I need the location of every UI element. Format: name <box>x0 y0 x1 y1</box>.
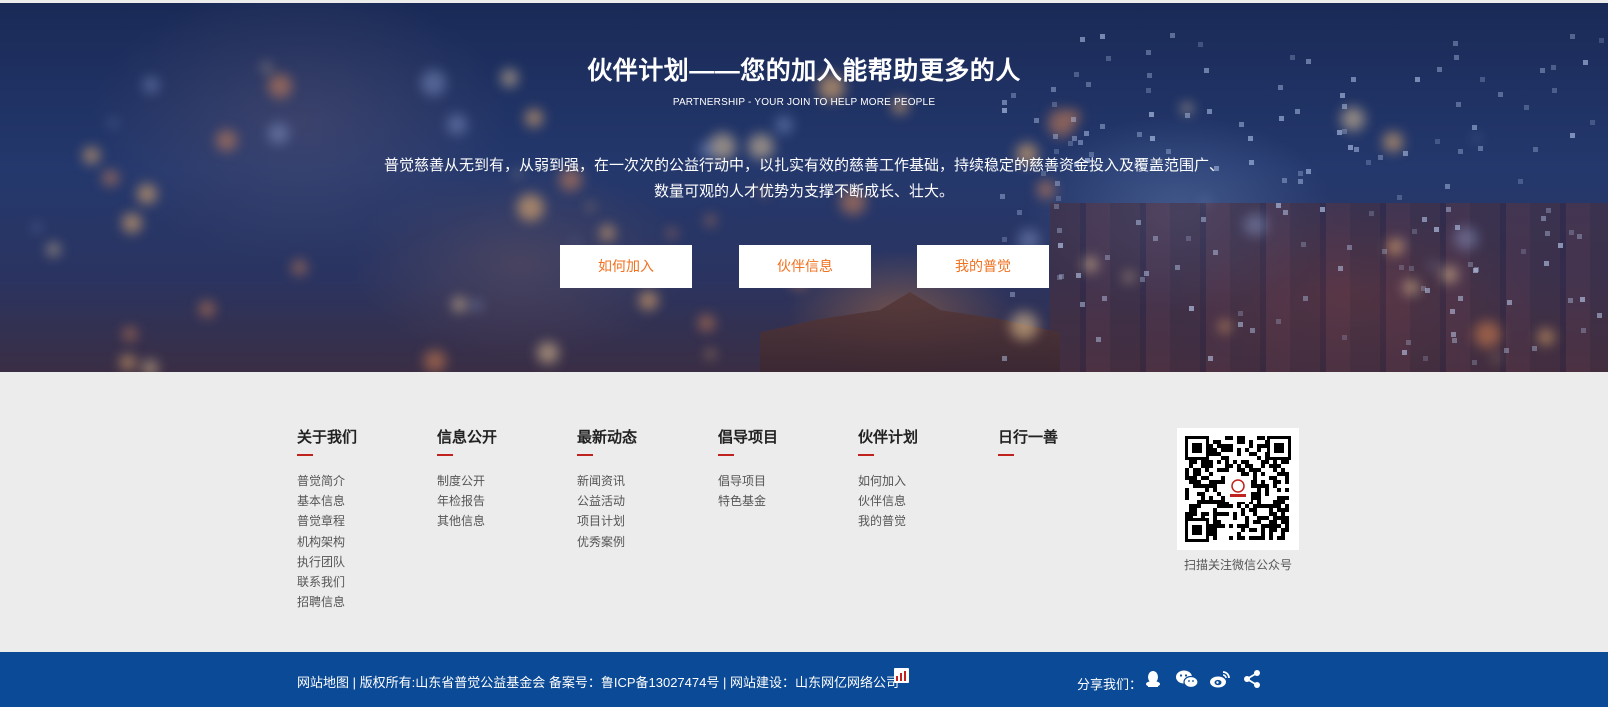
footer-link[interactable]: 新闻资讯 <box>577 471 637 491</box>
qr-code-icon <box>1185 436 1291 542</box>
footer-column-daily-good: 日行一善 <box>998 427 1058 471</box>
footer-column-news: 最新动态 新闻资讯 公益活动 项目计划 优秀案例 <box>577 427 637 552</box>
how-to-join-button[interactable]: 如何加入 <box>560 245 692 288</box>
share-icon[interactable] <box>1242 669 1262 689</box>
footer-link[interactable]: 制度公开 <box>437 471 497 491</box>
title-underline <box>577 454 593 456</box>
footer-link[interactable]: 倡导项目 <box>718 471 778 491</box>
footer-link[interactable]: 如何加入 <box>858 471 918 491</box>
footer-link[interactable]: 公益活动 <box>577 491 637 511</box>
footer-link[interactable]: 我的普觉 <box>858 511 918 531</box>
footer-column-about: 关于我们 普觉简介 基本信息 普觉章程 机构架构 执行团队 联系我们 招聘信息 <box>297 427 357 612</box>
title-underline <box>718 454 734 456</box>
sitemap-link[interactable]: 网站地图 <box>297 675 349 690</box>
title-underline <box>437 454 453 456</box>
footer-column-disclosure: 信息公开 制度公开 年检报告 其他信息 <box>437 427 497 532</box>
footer-link[interactable]: 项目计划 <box>577 511 637 531</box>
footer-link[interactable]: 特色基金 <box>718 491 778 511</box>
hero-subtitle: PARTNERSHIP - YOUR JOIN TO HELP MORE PEO… <box>672 97 936 108</box>
footer-link[interactable]: 执行团队 <box>297 552 357 572</box>
footer-column-title: 最新动态 <box>577 429 638 446</box>
footer-link[interactable]: 普觉简介 <box>297 471 357 491</box>
footer-link[interactable]: 机构架构 <box>297 532 357 552</box>
footer-link[interactable]: 普觉章程 <box>297 511 357 531</box>
statistics-icon[interactable] <box>894 668 909 683</box>
footer-link[interactable]: 其他信息 <box>437 511 497 531</box>
copyright-line: 网站地图 | 版权所有:山东省普觉公益基金会 备案号：鲁ICP备13027474… <box>297 672 899 691</box>
title-underline <box>858 454 874 456</box>
hero-description: 普觉慈善从无到有，从弱到强，在一次次的公益行动中，以扎实有效的慈善工作基础，持续… <box>383 157 1224 200</box>
footer-link[interactable]: 年检报告 <box>437 491 497 511</box>
copyright-text: | 版权所有:山东省普觉公益基金会 备案号：鲁ICP备13027474号 | 网… <box>349 675 899 690</box>
footer-link[interactable]: 基本信息 <box>297 491 357 511</box>
my-pujue-button[interactable]: 我的普觉 <box>917 245 1049 288</box>
footer-column-title: 关于我们 <box>297 429 358 446</box>
wechat-icon[interactable] <box>1175 669 1199 689</box>
qq-icon[interactable] <box>1143 669 1163 689</box>
footer-link[interactable]: 伙伴信息 <box>858 491 918 511</box>
hero-banner: 伙伴计划——您的加入能帮助更多的人 PARTNERSHIP - YOUR JOI… <box>0 3 1608 372</box>
footer-column-projects: 倡导项目 倡导项目 特色基金 <box>718 427 778 511</box>
footer-column-title: 倡导项目 <box>718 429 779 446</box>
footer-link[interactable]: 联系我们 <box>297 572 357 592</box>
footer-column-title: 伙伴计划 <box>858 429 919 446</box>
title-underline <box>998 454 1014 456</box>
footer-column-partner: 伙伴计划 如何加入 伙伴信息 我的普觉 <box>858 427 918 532</box>
bottom-bar: 网站地图 | 版权所有:山东省普觉公益基金会 备案号：鲁ICP备13027474… <box>0 652 1608 707</box>
weibo-icon[interactable] <box>1209 669 1231 689</box>
title-underline <box>297 454 313 456</box>
footer-column-title: 日行一善 <box>998 429 1059 446</box>
hero-background-buildings <box>1050 203 1608 372</box>
partner-info-button[interactable]: 伙伴信息 <box>739 245 871 288</box>
footer-link[interactable]: 招聘信息 <box>297 592 357 612</box>
share-label: 分享我们： <box>1077 677 1143 692</box>
footer-column-title: 信息公开 <box>437 429 498 446</box>
footer-link[interactable]: 优秀案例 <box>577 532 637 552</box>
hero-title: 伙伴计划——您的加入能帮助更多的人 <box>587 57 1021 85</box>
wechat-qr-code <box>1177 428 1299 550</box>
qr-caption: 扫描关注微信公众号 <box>1183 558 1292 572</box>
